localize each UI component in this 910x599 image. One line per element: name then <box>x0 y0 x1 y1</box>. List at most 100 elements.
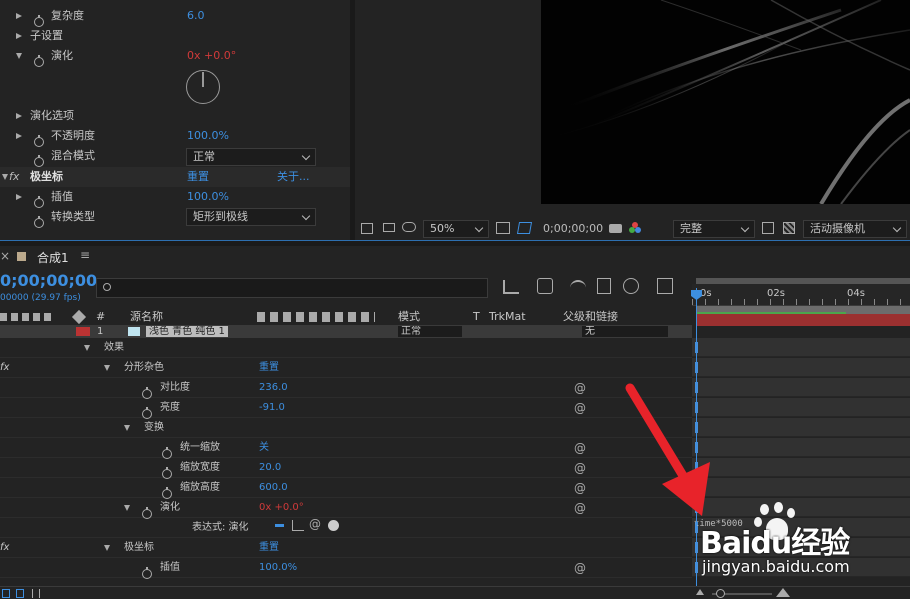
composition-canvas[interactable] <box>541 0 910 204</box>
timeline-property-track[interactable] <box>692 418 910 437</box>
tab-comp1[interactable]: 合成1 <box>37 249 69 266</box>
layer-parent-dropdown[interactable]: 无 <box>582 326 668 337</box>
pick-whip-icon[interactable]: @ <box>574 378 586 398</box>
transfer-controls-icon[interactable] <box>16 589 24 598</box>
stopwatch-icon[interactable] <box>34 216 44 228</box>
layer-row[interactable]: 1 浅色 青色 纯色 1 正常 无 <box>0 326 692 338</box>
zoom-slider[interactable] <box>712 589 772 598</box>
pick-whip-icon[interactable]: @ <box>574 438 586 458</box>
zoom-dropdown[interactable]: 50% <box>423 220 489 238</box>
safe-zone-icon[interactable] <box>496 222 510 234</box>
polar-effect-header[interactable]: fx 极坐标 重置 关于... <box>0 167 350 187</box>
timeline-property-track[interactable] <box>692 358 910 377</box>
property-row[interactable]: 表达式: 演化 <box>0 518 692 538</box>
property-value[interactable]: 600.0 <box>259 478 288 498</box>
region-icon[interactable] <box>361 223 373 234</box>
blend-mode-dropdown[interactable]: 正常 <box>186 148 316 166</box>
twirl-right-icon[interactable] <box>16 13 22 19</box>
graph-editor-icon[interactable] <box>657 278 673 294</box>
zoom-out-icon[interactable] <box>696 589 704 595</box>
layer-duration-bar[interactable] <box>696 306 910 314</box>
property-row[interactable]: 变换 <box>0 418 692 438</box>
graph-icon[interactable] <box>292 520 304 531</box>
color-channels-icon[interactable] <box>629 222 641 234</box>
property-row[interactable]: 缩放宽度 20.0 @ <box>0 458 692 479</box>
expression-language-menu-icon[interactable] <box>328 520 339 531</box>
twirl-down-icon[interactable] <box>104 365 110 371</box>
twirl-down-icon[interactable] <box>84 345 90 351</box>
param-value[interactable]: 100.0% <box>187 187 229 207</box>
twirl-right-icon[interactable] <box>16 133 22 139</box>
property-value[interactable]: 100.0% <box>259 558 297 578</box>
stopwatch-icon[interactable] <box>142 567 152 579</box>
transparency-grid-icon[interactable] <box>783 222 795 234</box>
property-row[interactable]: 统一缩放 关 @ <box>0 438 692 459</box>
layer-label-color[interactable] <box>76 327 90 336</box>
fast-preview-icon[interactable] <box>762 222 774 234</box>
viewer-timecode[interactable]: 0;00;00;00 <box>543 222 603 235</box>
timeline-property-track[interactable] <box>692 378 910 397</box>
property-value[interactable]: 236.0 <box>259 378 288 398</box>
stopwatch-icon[interactable] <box>34 155 44 167</box>
pick-whip-icon[interactable]: @ <box>574 398 586 418</box>
timeline-property-track[interactable] <box>692 478 910 497</box>
evolution-dial[interactable] <box>186 70 220 104</box>
layer-search-input[interactable] <box>96 278 488 298</box>
timeline-property-track[interactable] <box>692 338 910 357</box>
roi-icon[interactable] <box>516 222 533 234</box>
layer-mode-dropdown[interactable]: 正常 <box>398 326 462 337</box>
pick-whip-icon[interactable]: @ <box>574 558 586 578</box>
zoom-in-icon[interactable] <box>776 588 790 597</box>
property-row[interactable]: 缩放高度 600.0 @ <box>0 478 692 499</box>
twirl-down-icon[interactable] <box>124 505 130 511</box>
monitor-icon[interactable] <box>383 223 395 232</box>
property-value[interactable]: 关 <box>259 438 269 458</box>
twirl-right-icon[interactable] <box>16 33 22 39</box>
col-parent[interactable]: 父级和链接 <box>563 308 618 326</box>
in-out-icon[interactable] <box>32 589 40 598</box>
property-row[interactable]: fx 分形杂色 重置 <box>0 358 692 378</box>
property-row[interactable]: 插值 100.0% @ <box>0 558 692 579</box>
mask-icon[interactable] <box>402 222 416 232</box>
param-value[interactable]: 0x +0.0° <box>187 46 236 66</box>
camera-dropdown[interactable]: 活动摄像机 <box>803 220 907 238</box>
camera-snapshot-icon[interactable] <box>609 224 622 233</box>
pick-whip-icon[interactable]: @ <box>574 478 586 498</box>
polar-about-link[interactable]: 关于... <box>277 167 310 187</box>
panel-menu-icon[interactable]: ≡ <box>80 248 90 262</box>
col-source-name[interactable]: 源名称 <box>130 308 163 326</box>
resolution-dropdown[interactable]: 完整 <box>673 220 755 238</box>
timeline-property-track[interactable] <box>692 398 910 417</box>
property-value[interactable]: 0x +0.0° <box>259 498 304 518</box>
close-icon[interactable]: × <box>0 249 10 263</box>
param-value[interactable]: 6.0 <box>187 6 205 26</box>
zoom-slider-handle[interactable] <box>716 589 725 598</box>
property-row[interactable]: 演化 0x +0.0° @ <box>0 498 692 519</box>
pick-whip-icon[interactable]: @ <box>309 517 321 531</box>
twirl-down-icon[interactable] <box>104 545 110 551</box>
property-value[interactable]: 20.0 <box>259 458 281 478</box>
motion-blur-icon[interactable] <box>623 278 639 294</box>
pick-whip-icon[interactable]: @ <box>574 498 586 518</box>
fx-icon[interactable]: fx <box>0 358 9 378</box>
expression-enable-icon[interactable] <box>273 519 286 532</box>
current-time-display[interactable]: 0;00;00;00 <box>0 271 97 290</box>
property-value[interactable]: 重置 <box>259 538 279 558</box>
layer-name[interactable]: 浅色 青色 纯色 1 <box>146 326 228 337</box>
property-row[interactable]: 效果 <box>0 338 692 358</box>
frame-blending-icon[interactable] <box>597 278 611 294</box>
property-value[interactable]: -91.0 <box>259 398 285 418</box>
twirl-down-icon[interactable] <box>124 425 130 431</box>
stopwatch-icon[interactable] <box>34 55 44 67</box>
shy-layers-icon[interactable] <box>570 280 586 292</box>
comp-mini-flowchart-icon[interactable] <box>503 280 519 294</box>
col-mode[interactable]: 模式 <box>398 308 420 326</box>
property-row[interactable]: 亮度 -91.0 @ <box>0 398 692 419</box>
timeline-property-track[interactable] <box>692 438 910 457</box>
layer-switches-icon[interactable] <box>2 589 10 598</box>
timeline-property-track[interactable] <box>692 458 910 477</box>
twirl-down-icon[interactable] <box>16 53 22 59</box>
transform-type-dropdown[interactable]: 矩形到极线 <box>186 208 316 226</box>
time-ruler[interactable]: 0s 02s 04s <box>692 284 910 306</box>
twirl-right-icon[interactable] <box>16 113 22 119</box>
